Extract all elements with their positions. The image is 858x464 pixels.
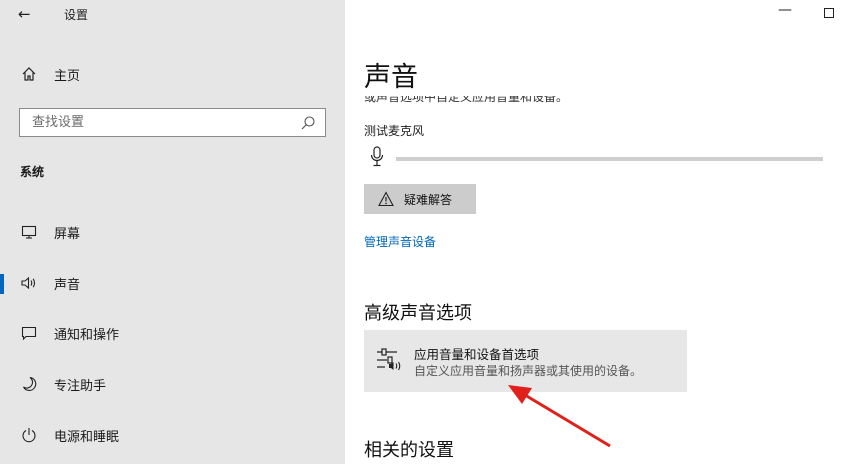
warning-icon — [378, 191, 394, 207]
search-input[interactable] — [20, 109, 295, 136]
maximize-button[interactable] — [824, 8, 834, 18]
back-button[interactable]: ← — [18, 5, 31, 23]
search-icon[interactable] — [300, 115, 316, 131]
sidebar-item-label: 声音 — [54, 277, 81, 293]
monitor-icon — [20, 223, 38, 241]
advanced-heading: 高级声音选项 — [364, 303, 472, 324]
sidebar-item-power[interactable]: 电源和睡眠 — [0, 417, 345, 453]
microphone-icon — [370, 146, 384, 168]
section-label-system: 系统 — [20, 165, 45, 179]
sidebar-item-focus-assist[interactable]: 专注助手 — [0, 366, 345, 402]
troubleshoot-button[interactable]: 疑难解答 — [364, 184, 476, 214]
page-description: 或声音选项中自定义应用音量和设备。 — [364, 96, 834, 104]
main-content — [345, 0, 858, 464]
sidebar: ← 设置 主页 系统 屏幕 声音 通知和操作 专 — [0, 0, 345, 464]
nav-home[interactable]: 主页 — [0, 58, 345, 90]
sidebar-item-notifications[interactable]: 通知和操作 — [0, 315, 345, 351]
sidebar-item-display[interactable]: 屏幕 — [0, 214, 345, 250]
mic-test-label: 测试麦克风 — [364, 124, 425, 138]
moon-icon — [20, 375, 38, 393]
page-title: 声音 — [364, 62, 418, 93]
speaker-icon — [20, 274, 38, 292]
page-description-text: 或声音选项中自定义应用音量和设备。 — [364, 96, 569, 104]
title-bar: ← 设置 — [0, 0, 345, 30]
volume-mixer-icon — [375, 346, 405, 372]
app-volume-description: 自定义应用音量和扬声器或其使用的设备。 — [414, 364, 643, 378]
search-box[interactable] — [19, 108, 326, 137]
app-volume-preferences-button[interactable]: 应用音量和设备首选项 自定义应用音量和扬声器或其使用的设备。 — [364, 330, 687, 392]
app-title: 设置 — [64, 8, 89, 22]
home-icon — [20, 65, 38, 83]
mic-level-bar — [396, 157, 823, 161]
notification-icon — [20, 324, 38, 342]
sidebar-item-label: 通知和操作 — [54, 327, 120, 343]
sidebar-item-label: 电源和睡眠 — [54, 429, 120, 445]
troubleshoot-label: 疑难解答 — [404, 193, 453, 207]
nav-home-label: 主页 — [54, 68, 81, 84]
sidebar-item-label: 专注助手 — [54, 378, 107, 394]
minimize-button[interactable]: — — [778, 2, 792, 18]
sidebar-item-label: 屏幕 — [54, 226, 81, 242]
manage-sound-devices-link[interactable]: 管理声音设备 — [364, 233, 436, 250]
app-volume-title: 应用音量和设备首选项 — [414, 347, 540, 362]
power-icon — [20, 426, 38, 444]
related-settings-heading: 相关的设置 — [364, 440, 454, 461]
sidebar-item-sound[interactable]: 声音 — [0, 265, 345, 301]
